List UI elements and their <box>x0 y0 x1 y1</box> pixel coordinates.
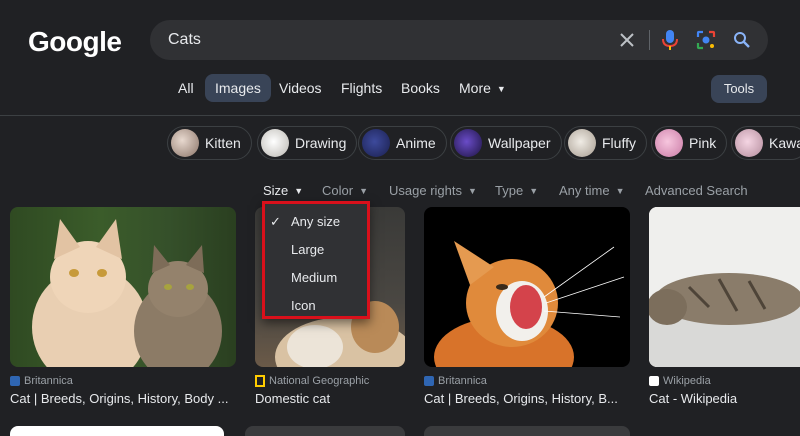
tab-videos[interactable]: Videos <box>279 74 322 102</box>
chip-thumbnail <box>568 129 596 157</box>
chip-thumbnail <box>655 129 683 157</box>
source-label: National Geographic <box>269 375 370 387</box>
search-icon[interactable] <box>730 28 754 52</box>
source-label: Britannica <box>438 375 487 387</box>
cat-photo-icon <box>32 219 222 367</box>
tab-more-label: More <box>459 80 491 96</box>
next-row-result[interactable] <box>424 426 630 436</box>
national-geographic-icon <box>255 375 265 387</box>
cat-photo-icon <box>434 241 625 367</box>
filter-size[interactable]: Size ▼ <box>263 183 303 198</box>
result-card[interactable]: Wikipedia Cat - Wikipedia <box>649 207 800 406</box>
tab-all[interactable]: All <box>178 74 194 102</box>
filter-type[interactable]: Type ▼ <box>495 183 538 198</box>
chip-label: Wallpaper <box>488 135 551 151</box>
filter-label: Size <box>263 183 289 198</box>
microphone-icon[interactable] <box>658 28 682 52</box>
filter-usage-rights[interactable]: Usage rights ▼ <box>389 183 477 198</box>
chip-label: Anime <box>396 135 436 151</box>
filter-color[interactable]: Color ▼ <box>322 183 368 198</box>
tab-flights[interactable]: Flights <box>341 74 382 102</box>
result-card[interactable]: Britannica Cat | Breeds, Origins, Histor… <box>10 207 236 406</box>
chip-kitten[interactable]: Kitten <box>167 126 252 160</box>
filter-any-time[interactable]: Any time ▼ <box>559 183 625 198</box>
search-tabs: All Images Videos Flights Books More ▼ <box>0 74 800 104</box>
chevron-down-icon: ▼ <box>496 84 506 94</box>
next-row-result[interactable] <box>10 426 224 436</box>
chip-drawing[interactable]: Drawing <box>257 126 358 160</box>
result-title[interactable]: Cat - Wikipedia <box>649 391 800 406</box>
filter-label: Color <box>322 183 354 198</box>
result-source: Britannica <box>424 375 630 387</box>
result-source: Britannica <box>10 375 236 387</box>
chip-label: Kitten <box>205 135 241 151</box>
clear-icon[interactable] <box>615 28 639 52</box>
header-divider <box>0 115 800 116</box>
search-bar[interactable] <box>150 20 768 60</box>
chip-thumbnail <box>735 129 763 157</box>
lens-icon[interactable] <box>694 28 718 52</box>
chip-fluffy[interactable]: Fluffy <box>564 126 647 160</box>
search-divider <box>649 30 650 50</box>
result-title[interactable]: Domestic cat <box>255 391 405 406</box>
related-chips: Kitten Drawing Anime Wallpaper Fluffy Pi… <box>0 126 800 162</box>
size-option-medium[interactable]: Medium <box>291 270 337 285</box>
chip-thumbnail <box>171 129 199 157</box>
tab-images[interactable]: Images <box>205 74 271 102</box>
result-title[interactable]: Cat | Breeds, Origins, History, Body ... <box>10 391 236 406</box>
cat-photo-icon <box>649 207 800 367</box>
check-icon: ✓ <box>270 214 281 229</box>
chip-anime[interactable]: Anime <box>358 126 447 160</box>
source-label: Britannica <box>24 375 73 387</box>
filter-label: Usage rights <box>389 183 462 198</box>
chip-wallpaper[interactable]: Wallpaper <box>450 126 562 160</box>
next-row-result[interactable] <box>245 426 405 436</box>
chevron-down-icon: ▼ <box>294 186 304 196</box>
chip-thumbnail <box>362 129 390 157</box>
size-option-any-size[interactable]: Any size <box>291 214 340 229</box>
image-filters: Size ▼ Color ▼ Usage rights ▼ Type ▼ Any tim… <box>0 183 800 201</box>
chevron-down-icon: ▼ <box>467 186 477 196</box>
tools-button[interactable]: Tools <box>711 75 767 103</box>
chevron-down-icon: ▼ <box>615 186 625 196</box>
chip-pink[interactable]: Pink <box>651 126 728 160</box>
wikipedia-icon <box>649 376 659 386</box>
chip-label: Drawing <box>295 135 347 151</box>
filter-label: Type <box>495 183 524 198</box>
google-logo[interactable]: Google <box>28 26 122 58</box>
size-option-large[interactable]: Large <box>291 242 324 257</box>
result-source: National Geographic <box>255 375 405 387</box>
source-label: Wikipedia <box>663 375 711 387</box>
size-option-icon[interactable]: Icon <box>291 298 316 313</box>
chip-thumbnail <box>454 129 482 157</box>
chip-label: Fluffy <box>602 135 636 151</box>
result-card[interactable]: Britannica Cat | Breeds, Origins, Histor… <box>424 207 630 406</box>
size-dropdown-menu: ✓ Any size Large Medium Icon <box>262 201 370 319</box>
chevron-down-icon: ▼ <box>359 186 368 196</box>
tab-books[interactable]: Books <box>401 74 440 102</box>
result-title[interactable]: Cat | Breeds, Origins, History, B... <box>424 391 630 406</box>
britannica-icon <box>424 376 434 386</box>
britannica-icon <box>10 376 20 386</box>
chip-thumbnail <box>261 129 289 157</box>
chevron-down-icon: ▼ <box>529 186 539 196</box>
tab-more[interactable]: More ▼ <box>459 74 506 102</box>
chip-kawai[interactable]: Kawai <box>731 126 800 160</box>
result-source: Wikipedia <box>649 375 800 387</box>
result-image[interactable] <box>10 207 236 367</box>
result-image[interactable] <box>424 207 630 367</box>
chip-label: Kawai <box>769 135 800 151</box>
advanced-search-link[interactable]: Advanced Search <box>645 183 748 198</box>
search-input[interactable] <box>168 20 608 60</box>
result-image[interactable] <box>649 207 800 367</box>
chip-label: Pink <box>689 135 717 151</box>
filter-label: Any time <box>559 183 610 198</box>
